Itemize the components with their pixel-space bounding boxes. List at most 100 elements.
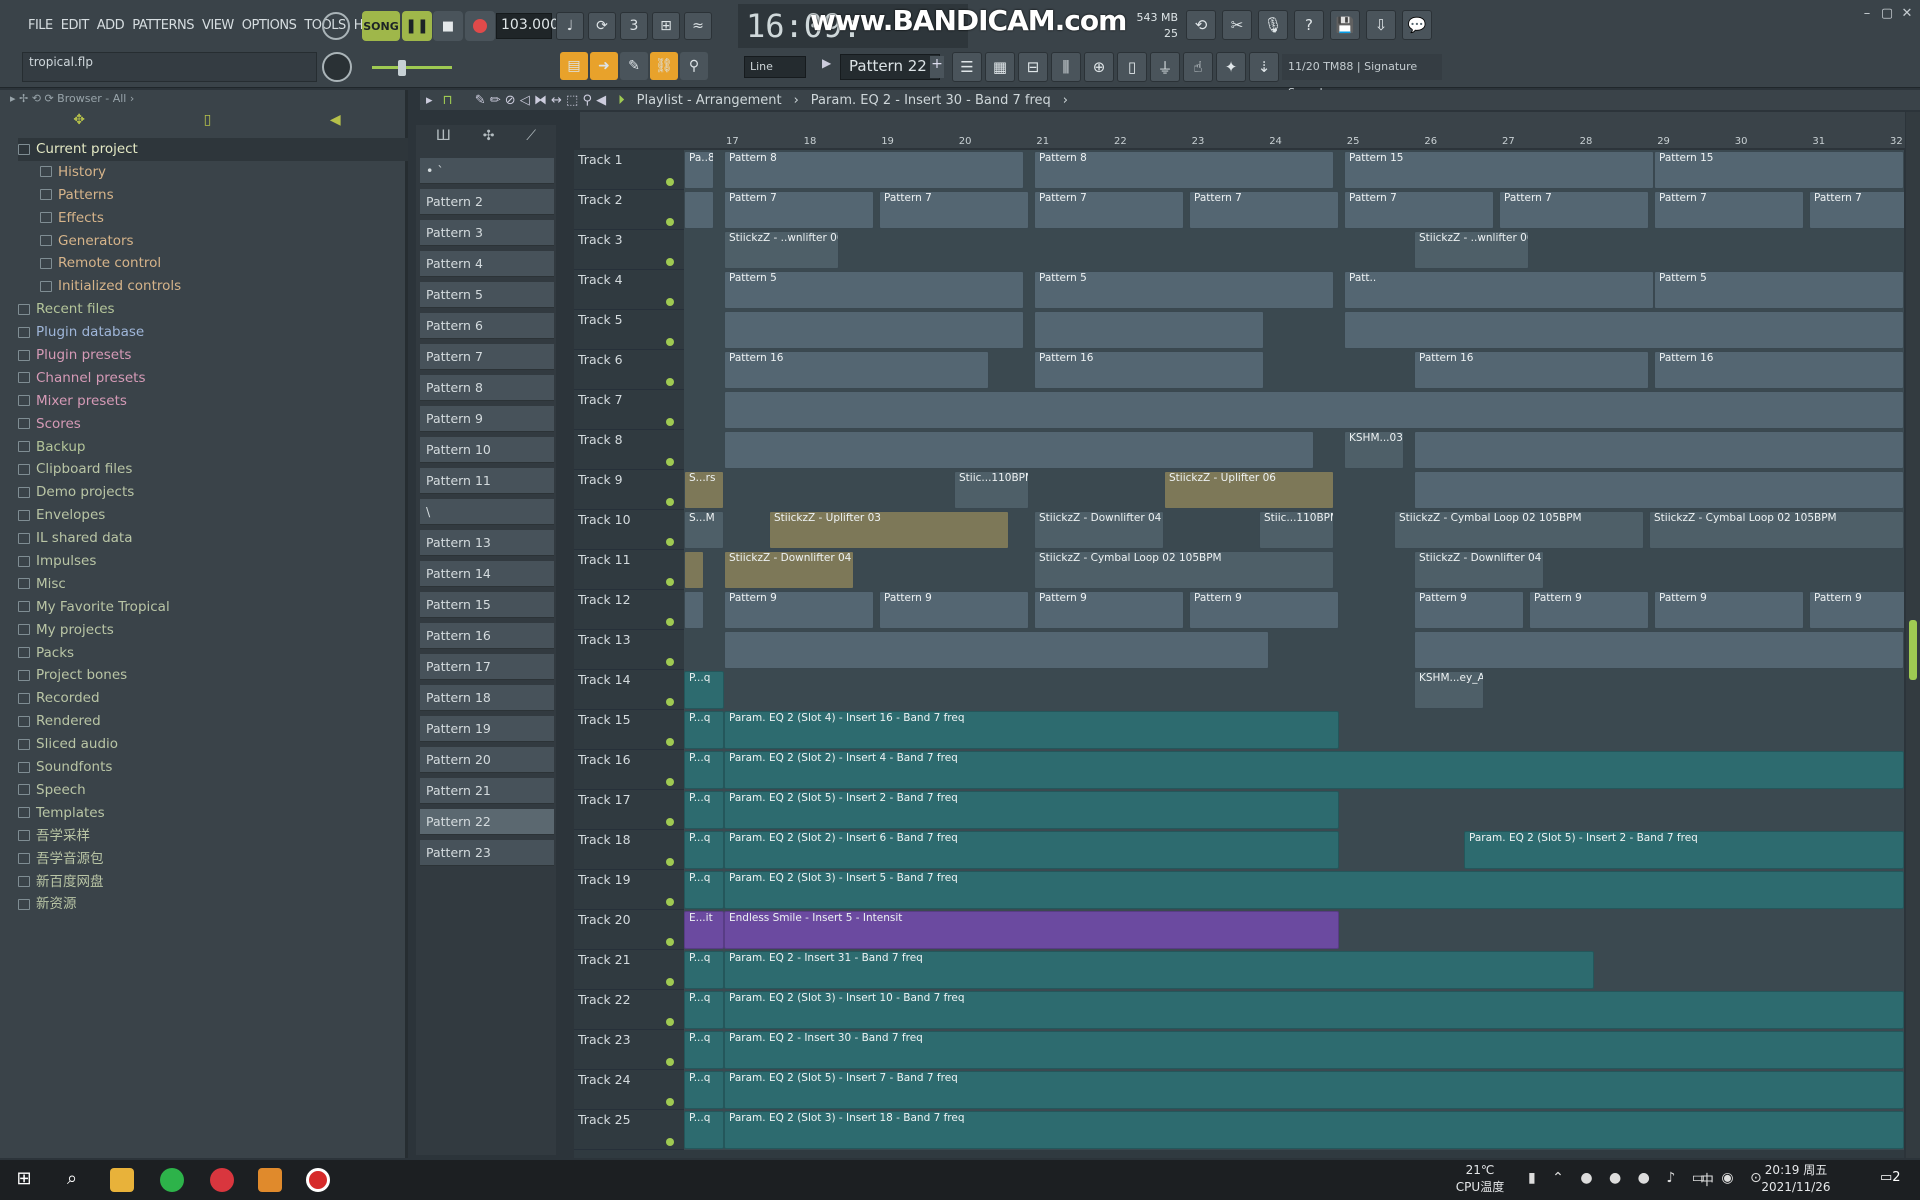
playlist-clip[interactable] bbox=[724, 431, 1314, 469]
browser-item[interactable]: Mixer presets bbox=[18, 390, 408, 413]
browser-item[interactable]: Plugin database bbox=[18, 321, 408, 344]
ime-indicator[interactable]: 中 bbox=[1700, 1170, 1714, 1190]
snap-select[interactable]: Line bbox=[744, 56, 806, 78]
playlist-clip[interactable]: Param. EQ 2 (Slot 5) - Insert 7 - Band 7… bbox=[724, 1071, 1904, 1109]
browser-item[interactable]: Project bones bbox=[18, 664, 408, 687]
track-name[interactable]: Track 20 bbox=[578, 912, 631, 927]
track-enable-led[interactable] bbox=[666, 898, 674, 906]
playlist-menu-icon[interactable]: ▸ bbox=[426, 93, 433, 108]
playlist-clip[interactable]: P...q bbox=[684, 1031, 724, 1069]
project-browser-button[interactable]: ▯ bbox=[1117, 52, 1147, 82]
piano-roll-button[interactable]: ▦ bbox=[985, 52, 1015, 82]
volume-slider[interactable] bbox=[372, 66, 452, 69]
playlist-clip[interactable]: StiickzZ - Uplifter 03 bbox=[769, 511, 1009, 549]
playlist-clip[interactable]: Pattern 16 bbox=[1414, 351, 1649, 389]
browser-document-icon[interactable]: ▯ bbox=[204, 112, 212, 134]
pattern-picker-item[interactable]: Pattern 2 bbox=[420, 189, 554, 215]
minimize-icon[interactable]: – bbox=[1858, 6, 1876, 24]
track-name[interactable]: Track 9 bbox=[578, 472, 623, 487]
magnet-icon[interactable]: ⊓ bbox=[443, 93, 453, 108]
track-enable-led[interactable] bbox=[666, 378, 674, 386]
metronome-button[interactable]: ♩ bbox=[556, 12, 584, 40]
browser-item[interactable]: Templates bbox=[18, 802, 408, 825]
browser-item[interactable]: Scores bbox=[18, 413, 408, 436]
playlist-track[interactable]: Track 16 P...q Param. EQ 2 (Slot 2) - Inse… bbox=[574, 750, 1904, 790]
download-button[interactable]: ⇣ bbox=[1249, 52, 1279, 82]
track-enable-led[interactable] bbox=[666, 578, 674, 586]
playlist-clip[interactable]: P...q bbox=[684, 871, 724, 909]
playlist-track[interactable]: Track 10 S...M StiickzZ - Uplifter 03 Stiic… bbox=[574, 510, 1904, 550]
browser-item[interactable]: Current project bbox=[18, 138, 408, 161]
playlist-track[interactable]: Track 17 P...q Param. EQ 2 (Slot 5) - Inse… bbox=[574, 790, 1904, 830]
browser-item[interactable]: 吾学音源包 bbox=[18, 848, 408, 871]
track-name[interactable]: Track 11 bbox=[578, 552, 631, 567]
track-lane[interactable]: Pattern 9 Pattern 9 Pattern 9 Pattern 9 Patt… bbox=[684, 590, 1904, 630]
master-pitch-knob[interactable] bbox=[322, 52, 352, 82]
playlist-clip[interactable]: Stiic...110BPM bbox=[954, 471, 1029, 509]
browser-item[interactable]: IL shared data bbox=[18, 527, 408, 550]
playlist-track[interactable]: Track 5 bbox=[574, 310, 1904, 350]
track-lane[interactable]: Pattern 5 Pattern 5 Patt.. Pattern 5 bbox=[684, 270, 1904, 310]
playlist-clip[interactable]: P...q bbox=[684, 711, 724, 749]
browser-item[interactable]: Plugin presets bbox=[18, 344, 408, 367]
track-name[interactable]: Track 25 bbox=[578, 1112, 631, 1127]
playlist-clip[interactable]: Pattern 5 bbox=[1654, 271, 1904, 309]
playlist-track[interactable]: Track 1 Pa..8 Pattern 8 Pattern 8 Pattern 15… bbox=[574, 150, 1904, 190]
playlist-track[interactable]: Track 7 bbox=[574, 390, 1904, 430]
pattern-picker-item[interactable]: Pattern 13 bbox=[420, 530, 554, 556]
pattern-picker-item[interactable]: Pattern 14 bbox=[420, 561, 554, 587]
track-name[interactable]: Track 15 bbox=[578, 712, 631, 727]
playlist-clip[interactable]: P...q bbox=[684, 791, 724, 829]
playlist-clip[interactable]: P...q bbox=[684, 1111, 724, 1149]
track-name[interactable]: Track 12 bbox=[578, 592, 631, 607]
menu-view[interactable]: VIEW bbox=[198, 14, 238, 38]
playlist-clip[interactable]: P...q bbox=[684, 951, 724, 989]
track-name[interactable]: Track 8 bbox=[578, 432, 623, 447]
playlist-clip[interactable]: Pattern 8 bbox=[1034, 151, 1334, 189]
track-lane[interactable] bbox=[684, 310, 1904, 350]
playlist-track[interactable]: Track 21 P...q Param. EQ 2 - Insert 31 - B… bbox=[574, 950, 1904, 990]
browser-item[interactable]: Backup bbox=[18, 436, 408, 459]
playlist-track[interactable]: Track 6 Pattern 16 Pattern 16 Pattern 16 Pat… bbox=[574, 350, 1904, 390]
track-name[interactable]: Track 16 bbox=[578, 752, 631, 767]
playlist-clip[interactable]: P...q bbox=[684, 671, 724, 709]
track-name[interactable]: Track 14 bbox=[578, 672, 631, 687]
playlist-clip[interactable]: StiickzZ - Cymbal Loop 02 105BPM bbox=[1649, 511, 1904, 549]
pattern-picker-item[interactable]: Pattern 3 bbox=[420, 220, 554, 246]
track-enable-led[interactable] bbox=[666, 818, 674, 826]
playlist-track[interactable]: Track 23 P...q Param. EQ 2 - Insert 30 - B… bbox=[574, 1030, 1904, 1070]
playlist-clip[interactable]: KSHM...ey_A bbox=[1414, 671, 1484, 709]
undo-history-button[interactable]: ⟲ bbox=[1186, 10, 1216, 40]
playlist-clip[interactable]: Pattern 9 bbox=[1654, 591, 1804, 629]
chat-button[interactable]: 💬 bbox=[1402, 10, 1432, 40]
track-lane[interactable]: KSHM...03 bbox=[684, 430, 1904, 470]
pattern-picker-item[interactable]: Pattern 5 bbox=[420, 282, 554, 308]
close-icon[interactable]: ✕ bbox=[1898, 6, 1916, 24]
track-enable-led[interactable] bbox=[666, 738, 674, 746]
playlist-track[interactable]: Track 22 P...q Param. EQ 2 (Slot 3) - Inse… bbox=[574, 990, 1904, 1030]
playlist-clip[interactable] bbox=[1414, 631, 1904, 669]
playlist-track[interactable]: Track 13 bbox=[574, 630, 1904, 670]
playlist-clip[interactable]: KSHM...03 bbox=[1344, 431, 1404, 469]
browser-item[interactable]: Recorded bbox=[18, 687, 408, 710]
volume-slider-handle[interactable] bbox=[398, 60, 406, 76]
playlist-clip[interactable]: Pattern 9 bbox=[1414, 591, 1524, 629]
track-enable-led[interactable] bbox=[666, 458, 674, 466]
menu-options[interactable]: OPTIONS bbox=[238, 14, 301, 38]
help-button[interactable]: ? bbox=[1294, 10, 1324, 40]
track-enable-led[interactable] bbox=[666, 778, 674, 786]
playlist-clip[interactable]: Stiic...110BPM bbox=[1259, 511, 1334, 549]
track-enable-led[interactable] bbox=[666, 498, 674, 506]
playlist-clip[interactable]: Pattern 7 bbox=[1189, 191, 1339, 229]
track-lane[interactable]: P...q Param. EQ 2 (Slot 3) - Insert 18 - … bbox=[684, 1110, 1904, 1150]
playlist-clip[interactable] bbox=[1414, 431, 1904, 469]
track-lane[interactable]: StiickzZ - ..wnlifter 06 StiickzZ - ..wnl… bbox=[684, 230, 1904, 270]
save-button[interactable]: 💾 bbox=[1330, 10, 1360, 40]
track-lane[interactable] bbox=[684, 630, 1904, 670]
playlist-clip[interactable]: Param. EQ 2 - Insert 31 - Band 7 freq bbox=[724, 951, 1594, 989]
fruity-button[interactable]: ✦ bbox=[1216, 52, 1246, 82]
playlist-clip[interactable]: P...q bbox=[684, 991, 724, 1029]
track-lane[interactable]: Pattern 7 Pattern 7 Pattern 7 Pattern 7 Patt… bbox=[684, 190, 1904, 230]
browser-item[interactable]: Remote control bbox=[18, 252, 408, 275]
master-volume-knob[interactable] bbox=[322, 12, 350, 40]
